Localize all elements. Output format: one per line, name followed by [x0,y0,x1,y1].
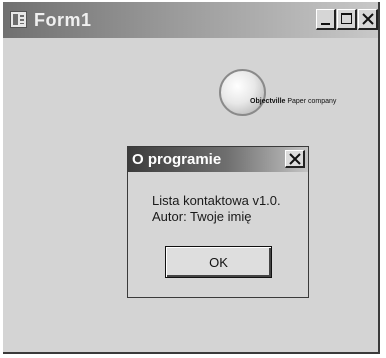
maximize-button[interactable] [337,9,357,30]
logo-text-bold: Objectville [250,98,286,105]
close-button[interactable] [358,9,378,30]
dialog-titlebar[interactable]: O programie [128,147,308,172]
dialog-close-button[interactable] [285,150,305,168]
version-text: Lista kontaktowa v1.0. [152,193,281,208]
window-title: Form1 [34,10,92,30]
close-icon [289,153,301,165]
author-text: Autor: Twoje imię [152,209,252,224]
main-titlebar[interactable]: Form1 [3,2,378,38]
dialog-title: O programie [132,151,222,168]
about-dialog: O programie Lista kontaktowa v1.0. Autor… [127,146,309,298]
form-app-icon[interactable] [10,11,27,28]
ok-button[interactable]: OK [165,246,272,278]
minimize-button[interactable] [316,9,336,30]
close-icon [362,13,374,25]
company-logo-text: Objectville Paper company [250,98,336,105]
globe-logo-icon [219,69,266,116]
logo-text-rest: Paper company [285,98,337,105]
